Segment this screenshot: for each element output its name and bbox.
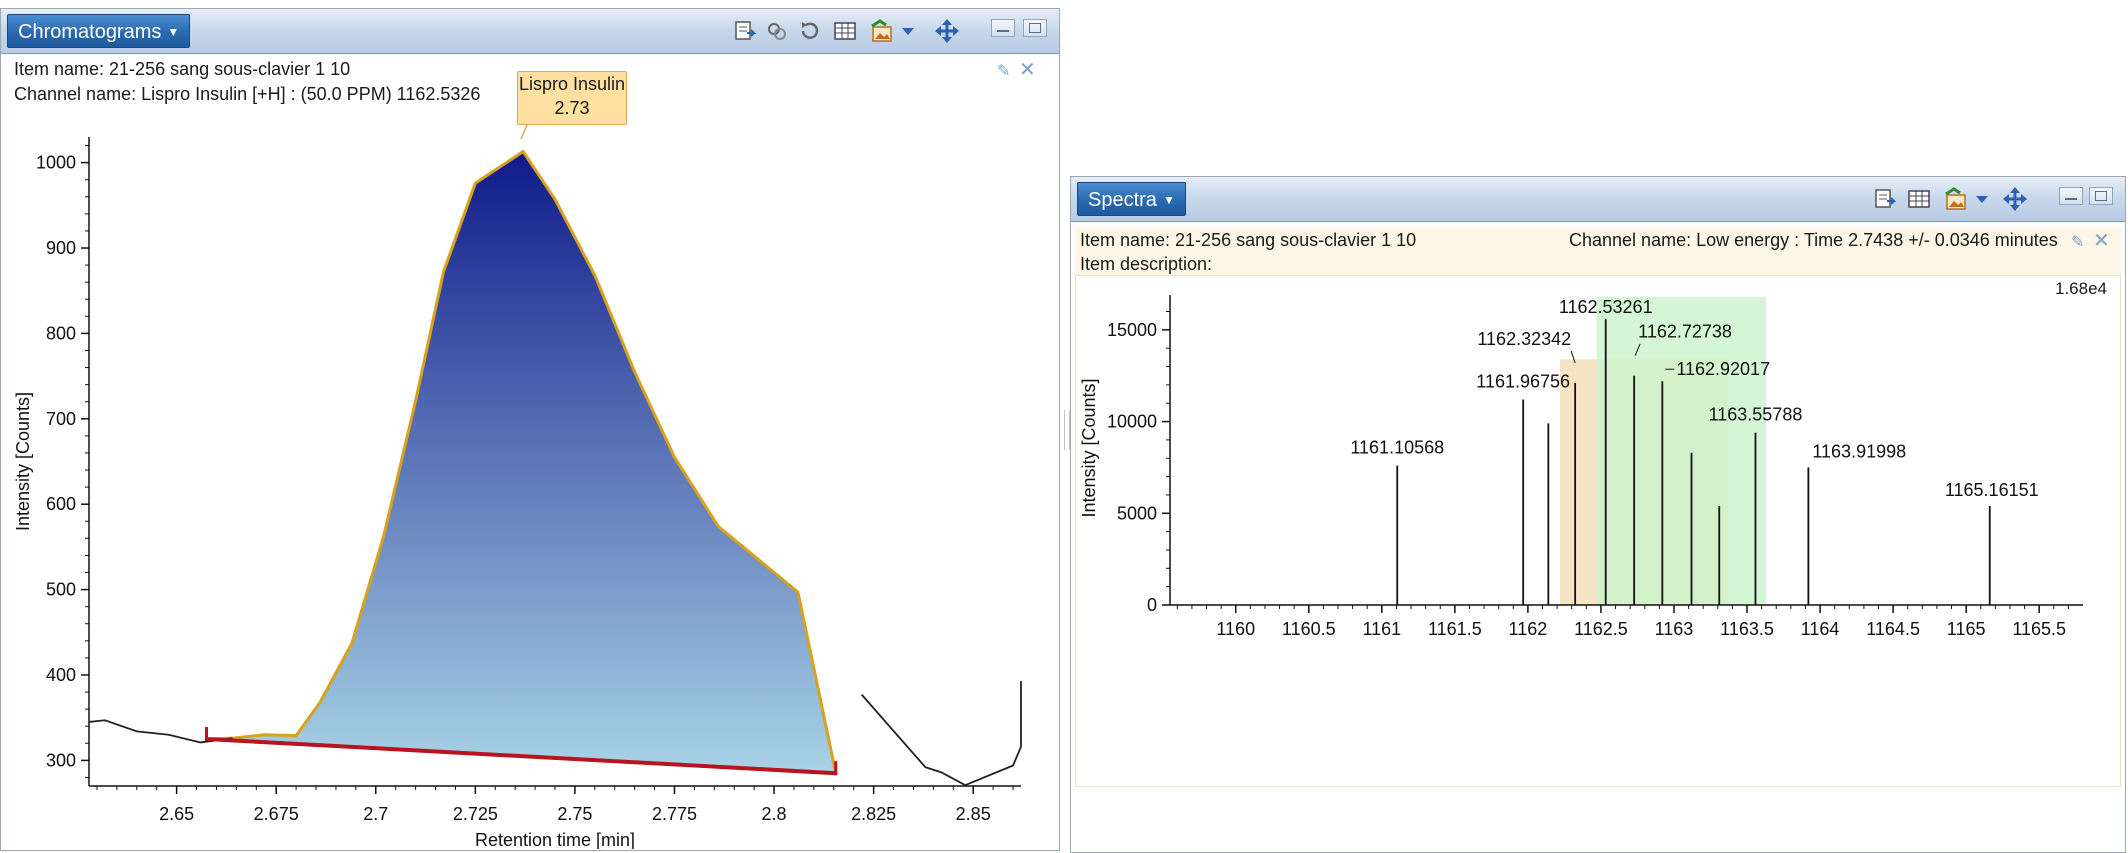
peak-label: 1162.72738 [1638, 322, 1732, 342]
close-icon[interactable]: ✕ [2093, 228, 2110, 253]
reset-icon[interactable] [795, 17, 823, 45]
x-tick-label: 1161 [1362, 619, 1401, 639]
peak-label: 1165.16151 [1945, 480, 2039, 500]
link-icon[interactable] [763, 17, 791, 45]
y-tick-label: 15000 [1107, 320, 1157, 340]
pan-move-icon[interactable] [2001, 185, 2029, 213]
y-tick-label: 500 [46, 580, 76, 600]
maximize-button[interactable] [2089, 187, 2113, 205]
y-tick-label: 700 [46, 409, 76, 429]
peak-label-leader [520, 124, 528, 140]
x-tick-label: 1160.5 [1282, 619, 1336, 639]
x-tick-label: 1165 [1947, 619, 1986, 639]
chromatogram-chart[interactable]: 300 400 500 600 700 800 900 1000 2.65 2.675 2.7 2.7… [1, 59, 1059, 849]
dropdown-arrow-icon[interactable] [1973, 185, 1991, 213]
spectra-menu-button[interactable]: Spectra ▼ [1077, 182, 1186, 216]
y-tick-label: 10000 [1107, 412, 1157, 432]
x-tick-label: 2.65 [159, 804, 194, 824]
chevron-down-icon: ▼ [167, 25, 180, 39]
x-tick-label: 1164.5 [1866, 619, 1920, 639]
spectra-title: Spectra [1088, 189, 1157, 211]
spectra-panel: Spectra ▼ Item name: 21-256 sang sous-cla… [1070, 176, 2126, 853]
peak-label: 1163.55788 [1709, 405, 1803, 425]
chromatograms-menu-button[interactable]: Chromatograms ▼ [7, 14, 191, 48]
x-tick-label: 1164 [1801, 619, 1840, 639]
peak-label: 1162.92017 [1676, 359, 1770, 379]
peak-label: 1163.91998 [1812, 441, 1906, 461]
x-tick-label: 2.8 [762, 804, 787, 824]
peak-label-name: Lispro Insulin [518, 74, 626, 94]
x-tick-label: 2.7 [363, 804, 388, 824]
y-axis-label: Intensity [Counts] [13, 392, 33, 531]
chromatograms-panel: Chromatograms ▼ Item name: 21-256 sang so… [0, 8, 1060, 851]
x-tick-label: 2.775 [652, 804, 697, 824]
peak-area [204, 150, 838, 775]
pin-icon[interactable]: ✎ [2071, 232, 2084, 252]
y-tick-label: 900 [46, 238, 76, 258]
y-tick-label: 300 [46, 750, 76, 770]
spectra-titlebar: Spectra ▼ [1071, 177, 2125, 222]
pan-move-icon[interactable] [933, 17, 961, 45]
x-tick-label: 2.675 [254, 804, 299, 824]
y-tick-label: 1000 [36, 153, 76, 173]
chromatogram-trace-right [861, 680, 1022, 787]
peak-label-value: 2.73 [554, 98, 590, 118]
peak-label: 1161.96756 [1476, 372, 1570, 392]
chromatograms-titlebar: Chromatograms ▼ [1, 9, 1059, 54]
spectra-channel-name: Channel name: Low energy : Time 2.7438 +… [1569, 230, 2058, 250]
dropdown-arrow-icon[interactable] [899, 17, 917, 45]
x-tick-label: 1160 [1216, 619, 1255, 639]
image-icon[interactable] [869, 17, 897, 45]
minimize-button[interactable] [2059, 187, 2083, 205]
y-tick-label: 5000 [1117, 503, 1157, 523]
x-tick-label: 2.75 [557, 804, 592, 824]
selection-band-green [1596, 296, 1767, 605]
x-tick-label: 1161.5 [1428, 619, 1482, 639]
y-tick-label: 600 [46, 494, 76, 514]
x-tick-label: 1165.5 [2012, 619, 2066, 639]
peak-label: 1162.32342 [1477, 329, 1571, 349]
spectra-item-description: Item description: [1080, 254, 1213, 274]
y-tick-label: 0 [1147, 595, 1157, 615]
x-tick-label: 1162.5 [1574, 619, 1628, 639]
table-icon[interactable] [1905, 185, 1933, 213]
export-icon[interactable] [1871, 185, 1899, 213]
spectrum-chart[interactable]: 0 5000 10000 15000 1160 1160.5 1161 1161.5 1162 1… [1075, 275, 2121, 685]
export-icon[interactable] [731, 17, 759, 45]
y-tick-label: 400 [46, 665, 76, 685]
spectra-item-name: Item name: 21-256 sang sous-clavier 1 10 [1080, 230, 1417, 250]
peak-label: 1162.53261 [1559, 297, 1653, 317]
chevron-down-icon: ▼ [1162, 193, 1175, 207]
x-tick-label: 1162 [1509, 619, 1548, 639]
y-axis-label: Intensity [Counts] [1079, 378, 1099, 517]
peak-label: 1161.10568 [1350, 438, 1444, 458]
x-tick-label: 2.825 [851, 804, 896, 824]
maximize-button[interactable] [1023, 19, 1047, 37]
y-tick-label: 800 [46, 323, 76, 343]
x-tick-label: 1163.5 [1720, 619, 1774, 639]
x-tick-label: 2.85 [956, 804, 991, 824]
x-axis-label: Retention time [min] [475, 830, 635, 849]
chromatograms-title: Chromatograms [18, 21, 162, 43]
x-tick-label: 2.725 [453, 804, 498, 824]
x-tick-label: 1163 [1655, 619, 1694, 639]
peak-label: Lispro Insulin 2.73 [517, 71, 627, 125]
minimize-button[interactable] [991, 19, 1015, 37]
table-icon[interactable] [831, 17, 859, 45]
image-icon[interactable] [1943, 185, 1971, 213]
